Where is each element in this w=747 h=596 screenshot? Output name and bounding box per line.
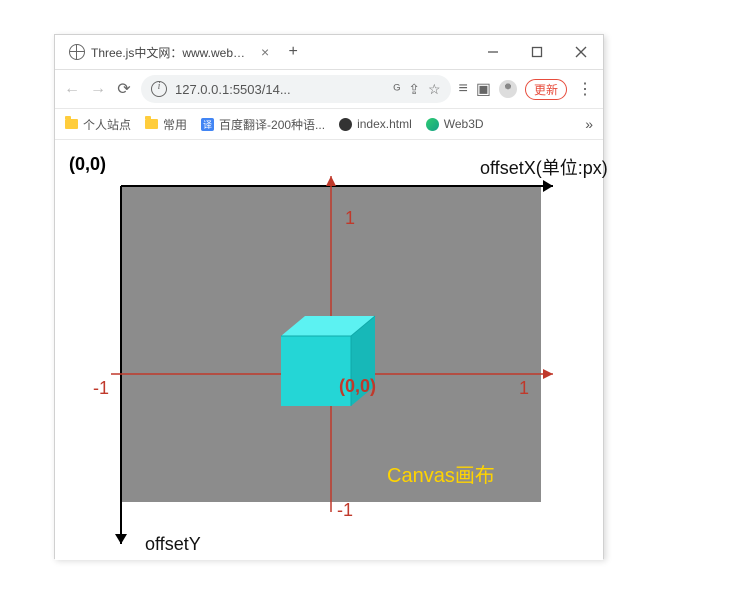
page-viewport: (0,0) offsetX(单位:px) offsetY [55, 140, 603, 560]
ndc-y-arrow-icon [326, 176, 336, 186]
nav-reload-icon[interactable]: ⟳ [115, 79, 133, 99]
window-controls [471, 35, 603, 69]
nav-forward-icon[interactable]: → [89, 80, 107, 98]
ndc-minus-x-label: -1 [93, 378, 109, 398]
url-text: 127.0.0.1:5503/14... [175, 82, 393, 97]
bookmark-label: Web3D [444, 117, 484, 131]
close-icon [575, 46, 587, 58]
maximize-button[interactable] [515, 35, 559, 69]
ndc-plus-x-label: 1 [519, 378, 529, 398]
close-button[interactable] [559, 35, 603, 69]
site-icon: 译 [201, 118, 214, 131]
bookmark-label: 常用 [163, 116, 187, 133]
bookmark-item[interactable]: 常用 [145, 116, 187, 133]
bookmark-label: 个人站点 [83, 116, 131, 133]
ndc-minus-y-label: -1 [337, 500, 353, 520]
address-bar: ← → ⟳ 127.0.0.1:5503/14... ᴳ ⇪ ☆ ≡ ▣ 更新 … [55, 70, 603, 109]
new-tab-button[interactable]: + [279, 35, 307, 69]
nav-back-icon[interactable]: ← [63, 80, 81, 98]
ndc-plus-y-label: 1 [345, 208, 355, 228]
bookmarks-overflow-icon[interactable]: » [585, 116, 593, 132]
site-icon [339, 118, 352, 131]
site-info-icon[interactable] [151, 81, 167, 97]
reading-list-icon[interactable]: ≡ [459, 80, 468, 98]
update-button[interactable]: 更新 [525, 79, 567, 100]
titlebar: Three.js中文网：www.webgl3d × + [55, 35, 603, 70]
tab-close-icon[interactable]: × [261, 44, 269, 60]
bookmark-star-icon[interactable]: ☆ [428, 81, 441, 98]
browser-tab[interactable]: Three.js中文网：www.webgl3d × [59, 35, 279, 69]
translate-icon[interactable]: ᴳ [393, 81, 400, 98]
share-icon[interactable]: ⇪ [408, 81, 420, 98]
bookmark-item[interactable]: Web3D [426, 117, 484, 131]
pixel-y-arrow-icon [115, 534, 127, 544]
canvas-caption: Canvas画布 [387, 464, 495, 487]
side-panel-icon[interactable]: ▣ [476, 79, 491, 99]
folder-icon [65, 119, 78, 129]
url-box[interactable]: 127.0.0.1:5503/14... ᴳ ⇪ ☆ [141, 75, 451, 103]
ndc-x-arrow-icon [543, 369, 553, 379]
minimize-icon [487, 46, 499, 58]
maximize-icon [531, 46, 543, 58]
tab-title: Three.js中文网：www.webgl3d [91, 44, 251, 61]
profile-avatar[interactable] [499, 80, 517, 98]
bookmark-label: index.html [357, 117, 412, 131]
globe-icon [69, 44, 85, 60]
folder-icon [145, 119, 158, 129]
minimize-button[interactable] [471, 35, 515, 69]
pixel-x-arrow-icon [543, 180, 553, 192]
bookmark-item[interactable]: 译 百度翻译-200种语... [201, 116, 325, 133]
bookmarks-bar: 个人站点 常用 译 百度翻译-200种语... index.html Web3D… [55, 109, 603, 140]
site-icon [426, 118, 439, 131]
browser-window: Three.js中文网：www.webgl3d × + ← → ⟳ 127.0.… [54, 34, 604, 559]
bookmark-item[interactable]: 个人站点 [65, 116, 131, 133]
ndc-origin-label: (0,0) [339, 376, 376, 396]
bookmark-label: 百度翻译-200种语... [219, 116, 325, 133]
kebab-menu-icon[interactable]: ⋮ [575, 79, 595, 99]
bookmark-item[interactable]: index.html [339, 117, 412, 131]
coordinate-diagram: (0,0) 1 -1 1 -1 Canvas画布 [55, 140, 605, 560]
